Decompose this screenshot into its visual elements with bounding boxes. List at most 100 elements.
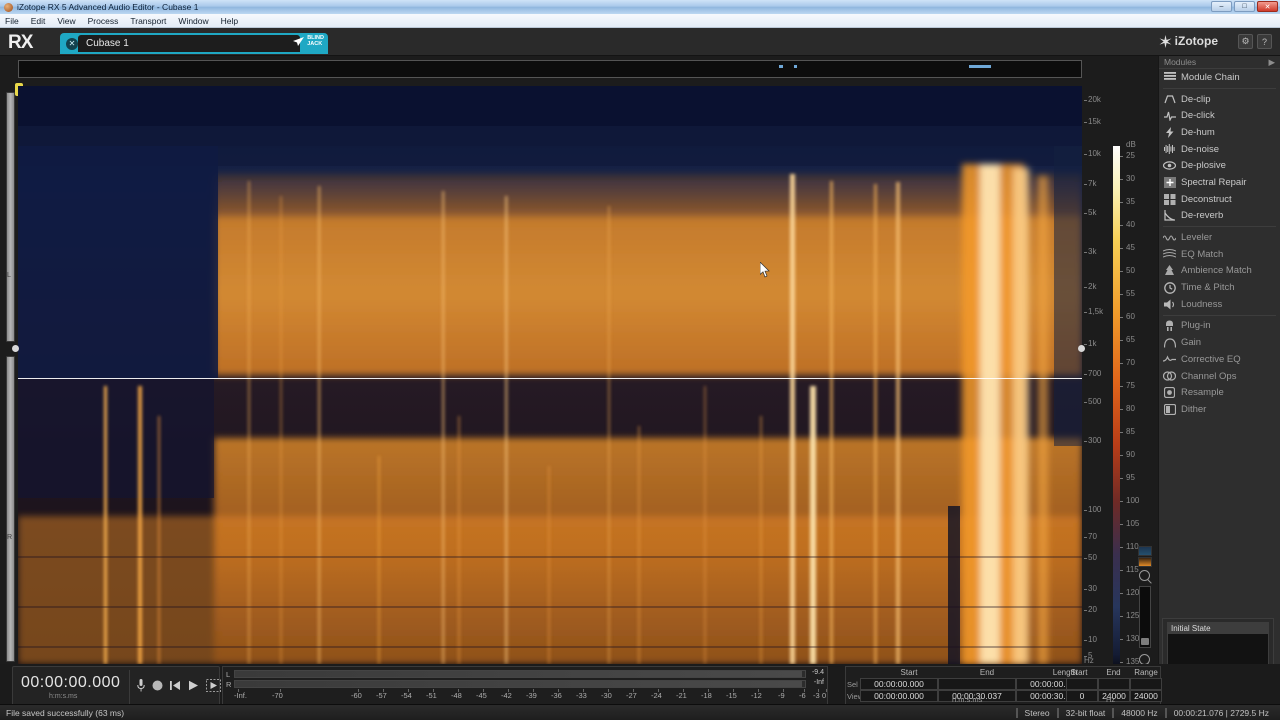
freq-sel-end-value[interactable] <box>1130 678 1162 690</box>
resample-icon <box>1163 386 1176 399</box>
plugin-icon <box>1163 319 1176 332</box>
meter-tick: -42 <box>501 691 512 700</box>
minimize-button[interactable]: – <box>1211 1 1232 12</box>
menu-item-view[interactable]: View <box>57 16 75 26</box>
freq-tick: 300 <box>1088 436 1102 445</box>
vertical-zoom-in-icon[interactable] <box>1139 570 1150 581</box>
sidebar-item-label: Plug-in <box>1181 320 1211 332</box>
sidebar-item-de-noise[interactable]: De-noise <box>1159 141 1280 158</box>
sidebar-item-corrective-eq[interactable]: Corrective EQ <box>1159 351 1280 368</box>
db-tick: 110 <box>1126 542 1139 551</box>
selection-header-start: Start <box>900 668 918 677</box>
tab-close-icon[interactable]: ✕ <box>66 37 78 50</box>
freq-view-start-value[interactable]: 0 <box>1066 690 1098 702</box>
sidebar-item-eq-match[interactable]: EQ Match <box>1159 246 1280 263</box>
sel-start-value[interactable]: 00:00:00.000 <box>860 678 938 690</box>
play-icon[interactable] <box>188 680 199 694</box>
sidebar-item-leveler[interactable]: Leveler <box>1159 229 1280 246</box>
sidebar-item-resample[interactable]: Resample <box>1159 384 1280 401</box>
sidebar-item-channel-ops[interactable]: Channel Ops <box>1159 368 1280 385</box>
meter-tick: -27 <box>626 691 637 700</box>
sidebar-item-de-click[interactable]: De-click <box>1159 107 1280 124</box>
freq-header-range: Range <box>1134 668 1158 677</box>
sidebar-item-de-reverb[interactable]: De-reverb <box>1159 208 1280 225</box>
gear-icon[interactable]: ⚙ <box>1238 34 1253 49</box>
db-tick: 80 <box>1126 404 1135 413</box>
status-cursor-position: 00:00:21.076 | 2729.5 Hz <box>1164 707 1276 718</box>
help-icon[interactable]: ? <box>1257 34 1272 49</box>
freq-header-start: Start <box>1070 668 1088 677</box>
view-start-value[interactable]: 00:00:00.000 <box>860 690 938 702</box>
sidebar-item-de-plosive[interactable]: De-plosive <box>1159 157 1280 174</box>
meter-value-left: -9.4 <box>811 669 824 676</box>
close-button[interactable]: ✕ <box>1257 1 1278 12</box>
freq-sel-range-value[interactable] <box>1066 678 1098 690</box>
db-tick: 95 <box>1126 473 1135 482</box>
document-tab-cubase-1[interactable]: ✕ Cubase 1 BLIND JACK <box>60 33 328 54</box>
freq-tick: 700 <box>1088 369 1102 378</box>
right-channel-scrollbar[interactable] <box>6 356 15 662</box>
play-selection-icon[interactable] <box>206 679 221 695</box>
sidebar-item-label: Gain <box>1181 337 1202 349</box>
speaker-icon <box>1163 298 1176 311</box>
sidebar-item-de-clip[interactable]: De-clip <box>1159 91 1280 108</box>
sidebar-item-spectral-repair[interactable]: Spectral Repair <box>1159 174 1280 191</box>
sidebar-item-ambience-match[interactable]: Ambience Match <box>1159 263 1280 280</box>
meter-value-right: -Inf <box>813 679 824 686</box>
sidebar-item-loudness[interactable]: Loudness <box>1159 296 1280 313</box>
menu-item-help[interactable]: Help <box>221 16 238 26</box>
meter-tick: -12 <box>751 691 762 700</box>
spectrogram-thumbnail-cold[interactable] <box>1138 546 1152 556</box>
menu-item-process[interactable]: Process <box>88 16 119 26</box>
freq-header-end: End <box>1106 668 1121 677</box>
sidebar-item-plug-in[interactable]: Plug-in <box>1159 318 1280 335</box>
record-icon[interactable] <box>152 680 163 694</box>
sidebar-item-dither[interactable]: Dither <box>1159 401 1280 418</box>
window-controls: – □ ✕ <box>1211 1 1278 12</box>
maximize-button[interactable]: □ <box>1234 1 1255 12</box>
meter-tick: 0 <box>822 691 827 700</box>
sidebar-item-module-chain[interactable]: Module Chain <box>1159 69 1280 86</box>
meter-tick: -9 <box>778 691 785 700</box>
divider <box>1163 314 1276 316</box>
spectrogram-thumbnail-hot[interactable] <box>1138 557 1152 567</box>
timecode-display[interactable]: 00:00:00.000 <box>21 674 120 692</box>
menu-bar: File Edit View Process Transport Window … <box>0 14 1280 28</box>
meter-tick: -21 <box>676 691 687 700</box>
rewind-icon[interactable] <box>170 680 181 694</box>
sidebar-item-deconstruct[interactable]: Deconstruct <box>1159 191 1280 208</box>
db-tick: 75 <box>1126 381 1135 390</box>
frequency-axis: 20k 15k 10k 7k 5k 3k 2k 1,5k 1k 700 500 … <box>1084 86 1112 664</box>
meter-label-right: R <box>226 680 232 689</box>
menu-item-transport[interactable]: Transport <box>130 16 166 26</box>
history-item-initial-state[interactable]: Initial State <box>1168 623 1268 634</box>
sidebar-item-time-and-pitch[interactable]: Time & Pitch <box>1159 279 1280 296</box>
left-channel-scrollbar[interactable] <box>6 92 15 342</box>
modules-header[interactable]: Modules ▶ <box>1159 56 1280 69</box>
freq-sel-start-value[interactable] <box>1098 678 1130 690</box>
overview-strip[interactable] <box>18 60 1082 78</box>
channel-split-handle-left[interactable] <box>12 345 19 352</box>
menu-item-file[interactable]: File <box>5 16 19 26</box>
sidebar-item-label: Leveler <box>1181 232 1213 244</box>
freq-tick: 2k <box>1088 282 1097 291</box>
spectrogram-canvas <box>18 86 1082 664</box>
db-tick: 115 <box>1126 565 1139 574</box>
spectrogram-view[interactable] <box>18 86 1082 664</box>
sidebar-item-de-hum[interactable]: De-hum <box>1159 124 1280 141</box>
menu-item-window[interactable]: Window <box>178 16 208 26</box>
vertical-zoom-slider[interactable] <box>1139 586 1151 648</box>
vertical-zoom-controls <box>1138 546 1154 670</box>
freq-tick: 10 <box>1088 635 1097 644</box>
menu-item-edit[interactable]: Edit <box>31 16 46 26</box>
sidebar-item-gain[interactable]: Gain <box>1159 334 1280 351</box>
window-title-bar: iZotope RX 5 Advanced Audio Editor - Cub… <box>0 0 1280 14</box>
meter-scale: -Inf. -70 -60 -57 -54 -51 -48 -45 -42 -3… <box>234 689 827 704</box>
freq-view-range-value[interactable]: 24000 <box>1130 690 1162 702</box>
tab-inner: Cubase 1 <box>78 35 300 52</box>
freq-tick: 1,5k <box>1088 307 1104 316</box>
freq-tick: 20k <box>1088 95 1101 104</box>
sel-end-value[interactable] <box>938 678 1016 690</box>
meter-tick: -24 <box>651 691 662 700</box>
mic-icon[interactable] <box>137 679 145 695</box>
